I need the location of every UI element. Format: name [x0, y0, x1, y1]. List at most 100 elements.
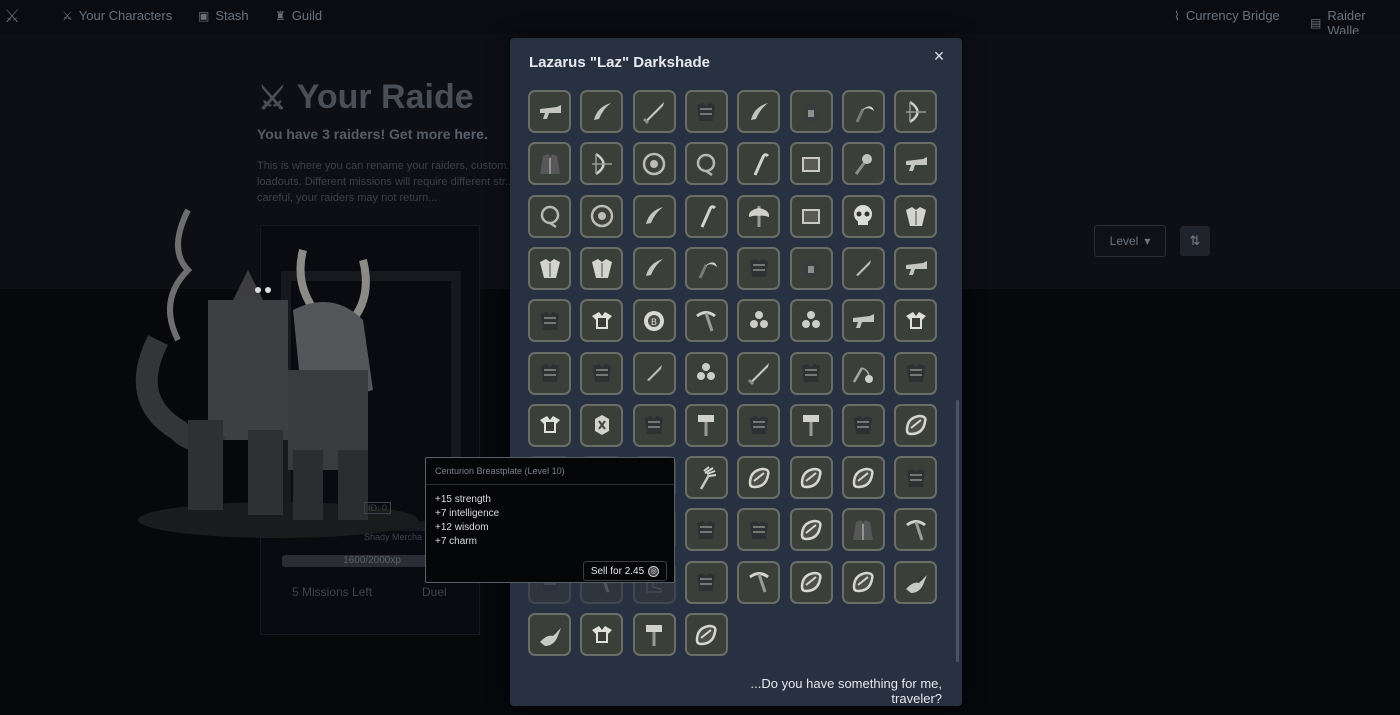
inventory-slot[interactable]: [684, 508, 728, 552]
inventory-slot[interactable]: [894, 351, 938, 395]
inventory-slot[interactable]: [894, 246, 938, 290]
inventory-slot[interactable]: [580, 142, 624, 186]
nav-currency-bridge[interactable]: ⌇ Currency Bridge: [1174, 8, 1280, 23]
inventory-slot[interactable]: [841, 508, 885, 552]
inventory-slot[interactable]: [580, 299, 624, 343]
inventory-slot[interactable]: [580, 246, 624, 290]
inventory-slot[interactable]: [737, 351, 781, 395]
inventory-slot[interactable]: [841, 142, 885, 186]
inventory-slot[interactable]: [528, 90, 571, 133]
breastplate-icon: [539, 416, 560, 434]
inventory-slot[interactable]: [894, 194, 938, 238]
inventory-slot[interactable]: [841, 90, 885, 133]
inventory-slot[interactable]: [737, 142, 781, 186]
inventory-slot[interactable]: [528, 403, 571, 447]
inventory-slot[interactable]: [632, 351, 676, 395]
inventory-slot[interactable]: [789, 194, 833, 238]
inventory-slot[interactable]: [528, 142, 571, 186]
inventory-slot[interactable]: [737, 456, 781, 500]
inventory-slot[interactable]: [841, 351, 885, 395]
inventory-slot[interactable]: [528, 351, 571, 395]
inventory-slot[interactable]: [528, 246, 571, 290]
inventory-slot[interactable]: [894, 560, 938, 604]
inventory-slot[interactable]: [528, 613, 571, 656]
inventory-slot[interactable]: [632, 142, 676, 186]
duel-button[interactable]: Duel: [422, 585, 447, 599]
cane-icon: [701, 205, 717, 228]
inventory-slot[interactable]: [789, 456, 833, 500]
get-more-link[interactable]: here.: [454, 126, 487, 142]
inventory-slot[interactable]: [632, 613, 676, 656]
inventory-slot[interactable]: [789, 90, 833, 133]
inventory-slot[interactable]: [789, 508, 833, 552]
modal-scrollbar[interactable]: [956, 400, 959, 662]
level-dropdown-label: Level: [1109, 234, 1139, 248]
inventory-slot[interactable]: [841, 299, 885, 343]
nav-your-characters[interactable]: ⚔ Your Characters: [62, 8, 172, 23]
inventory-slot[interactable]: [684, 194, 728, 238]
sell-button[interactable]: Sell for 2.45 ◎: [583, 561, 667, 581]
inventory-slot[interactable]: [632, 403, 676, 447]
inventory-slot[interactable]: [894, 403, 938, 447]
inventory-slot[interactable]: [580, 194, 624, 238]
sort-order-button[interactable]: ⇅: [1180, 226, 1210, 256]
inventory-slot[interactable]: [841, 560, 885, 604]
inventory-slot[interactable]: [684, 142, 728, 186]
inventory-slot[interactable]: [684, 90, 728, 133]
inventory-slot[interactable]: [684, 560, 728, 604]
level-sort-dropdown[interactable]: Level ▾: [1094, 225, 1166, 257]
inventory-slot[interactable]: B: [632, 299, 676, 343]
inventory-slot[interactable]: [894, 90, 938, 133]
chestplate-icon: [802, 364, 820, 382]
inventory-slot[interactable]: [789, 299, 833, 343]
inventory-slot[interactable]: [684, 246, 728, 290]
tooltip-stat: +15 strength: [435, 494, 491, 505]
nav-guild[interactable]: ♜ Guild: [275, 8, 322, 23]
tooltip-item-name: Centurion Breastplate (Level 10): [435, 466, 565, 476]
inventory-slot[interactable]: [528, 194, 571, 238]
inventory-slot[interactable]: [737, 560, 781, 604]
inventory-slot[interactable]: [737, 508, 781, 552]
inventory-slot[interactable]: [580, 351, 624, 395]
robe-icon: [539, 153, 560, 174]
inventory-slot[interactable]: [580, 613, 624, 656]
inventory-slot[interactable]: [684, 351, 728, 395]
inventory-slot[interactable]: [580, 90, 624, 133]
inventory-slot[interactable]: [737, 246, 781, 290]
blunderbuss-icon: [905, 261, 927, 276]
inventory-slot[interactable]: [528, 299, 571, 343]
inventory-slot[interactable]: [841, 456, 885, 500]
inventory-slot[interactable]: [789, 560, 833, 604]
inventory-slot[interactable]: [894, 142, 938, 186]
coin-icon: ◎: [648, 565, 660, 577]
nav-stash[interactable]: ▣ Stash: [198, 8, 249, 23]
inventory-slot[interactable]: [789, 403, 833, 447]
crossed-swords-logo-icon[interactable]: ⚔: [4, 5, 26, 27]
page-title-text: Your Raide: [296, 78, 474, 116]
inventory-slot[interactable]: [894, 456, 938, 500]
inventory-slot[interactable]: [789, 246, 833, 290]
inventory-slot[interactable]: [737, 403, 781, 447]
inventory-slot[interactable]: [684, 299, 728, 343]
inventory-slot[interactable]: [684, 403, 728, 447]
inventory-slot[interactable]: [737, 194, 781, 238]
sickle-blade-icon: [593, 102, 611, 120]
inventory-slot[interactable]: [841, 246, 885, 290]
inventory-slot[interactable]: [841, 194, 885, 238]
inventory-slot[interactable]: [684, 456, 728, 500]
inventory-slot[interactable]: [737, 299, 781, 343]
inventory-slot[interactable]: [894, 508, 938, 552]
inventory-slot[interactable]: [737, 90, 781, 133]
tooltip-divider: [426, 484, 674, 485]
inventory-slot[interactable]: [580, 403, 624, 447]
inventory-slot[interactable]: [632, 246, 676, 290]
close-icon[interactable]: ×: [931, 47, 947, 65]
inventory-slot[interactable]: [632, 194, 676, 238]
inventory-slot[interactable]: [789, 142, 833, 186]
inventory-slot[interactable]: [894, 299, 938, 343]
inventory-slot[interactable]: [684, 613, 728, 656]
item-tooltip: Centurion Breastplate (Level 10) +15 str…: [425, 457, 675, 583]
inventory-slot[interactable]: [632, 90, 676, 133]
inventory-slot[interactable]: [841, 403, 885, 447]
inventory-slot[interactable]: [789, 351, 833, 395]
